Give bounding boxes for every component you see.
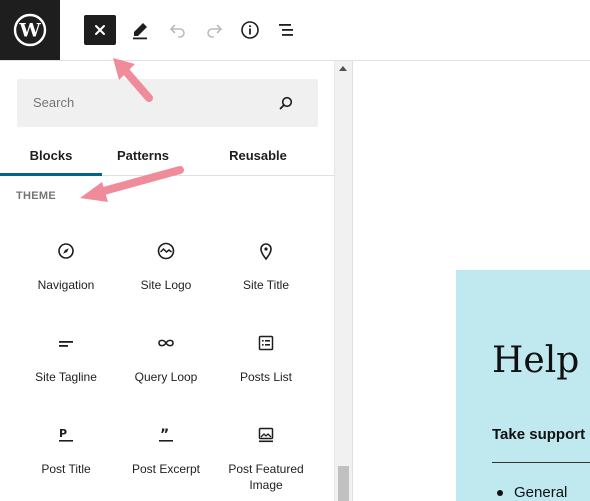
block-label: Post Title (41, 462, 91, 476)
navigation-icon (58, 243, 74, 259)
block-label: Site Tagline (35, 370, 97, 384)
scrollbar-thumb[interactable] (338, 466, 349, 501)
tab-label: Patterns (116, 147, 170, 163)
undo-icon (169, 24, 185, 38)
block-posts-list[interactable]: Posts List (216, 331, 316, 385)
tab-patterns[interactable]: Patterns (92, 135, 194, 175)
redo-icon (207, 24, 223, 38)
block-site-title[interactable]: Site Title (216, 239, 316, 293)
scroll-up-arrow-icon[interactable] (339, 66, 347, 71)
canvas-list-item[interactable]: General (496, 484, 567, 501)
post-title-icon: P (59, 427, 73, 442)
section-title-theme: THEME (16, 190, 56, 202)
search-input[interactable]: Search (33, 95, 74, 110)
search-box[interactable]: Search (17, 79, 318, 127)
block-post-featured-image[interactable]: Post Featured Image (216, 423, 316, 493)
close-icon (95, 25, 105, 35)
block-query-loop[interactable]: Query Loop (116, 331, 216, 385)
wordpress-logo-icon: W (13, 13, 47, 47)
undo-button[interactable] (162, 14, 194, 46)
tab-label: Blocks (29, 147, 73, 163)
editor-canvas-group[interactable]: Help C Take support General (456, 270, 590, 501)
redo-button[interactable] (198, 14, 230, 46)
query-loop-icon (158, 339, 174, 347)
site-tagline-icon (59, 341, 73, 347)
block-label: Posts List (239, 370, 293, 384)
canvas-separator (492, 462, 590, 463)
tools-edit-button[interactable] (124, 14, 156, 46)
post-featured-image-icon (258, 427, 274, 443)
block-label: Post Excerpt (131, 462, 201, 476)
block-inserter-panel: Search Blocks Patterns Reusable THEME Na… (0, 61, 334, 501)
block-label: Post Featured Image (228, 462, 304, 492)
block-site-tagline[interactable]: Site Tagline (16, 331, 116, 385)
block-post-title[interactable]: P Post Title (16, 423, 116, 477)
list-view-icon (279, 24, 293, 36)
block-post-excerpt[interactable]: ” Post Excerpt (116, 423, 216, 477)
canvas-heading[interactable]: Help C (492, 340, 590, 381)
canvas-subheading[interactable]: Take support (492, 426, 585, 443)
wordpress-logo-button[interactable]: W (0, 0, 60, 60)
inserter-scrollbar[interactable] (334, 61, 352, 501)
block-label: Site Logo (140, 278, 192, 292)
editor-top-toolbar: W (0, 0, 590, 61)
list-view-button[interactable] (270, 14, 302, 46)
site-logo-icon (157, 242, 175, 260)
inserter-tabs: Blocks Patterns Reusable (0, 135, 334, 176)
tab-blocks[interactable]: Blocks (0, 135, 102, 176)
panel-divider (352, 61, 353, 501)
block-navigation[interactable]: Navigation (16, 239, 116, 293)
svg-text:P: P (59, 427, 67, 440)
svg-text:W: W (18, 20, 41, 42)
block-label: Navigation (37, 278, 95, 292)
info-icon (241, 21, 259, 39)
pencil-icon (133, 23, 147, 40)
details-button[interactable] (234, 14, 266, 46)
block-label: Query Loop (134, 370, 198, 384)
site-title-icon (260, 243, 272, 261)
tab-label: Reusable (229, 147, 287, 163)
tab-reusable[interactable]: Reusable (207, 135, 309, 175)
search-icon (279, 96, 293, 110)
post-excerpt-icon: ” (159, 427, 173, 443)
posts-list-icon (258, 335, 274, 351)
close-inserter-button[interactable] (84, 15, 116, 45)
block-site-logo[interactable]: Site Logo (116, 239, 216, 293)
block-label: Site Title (242, 278, 290, 292)
